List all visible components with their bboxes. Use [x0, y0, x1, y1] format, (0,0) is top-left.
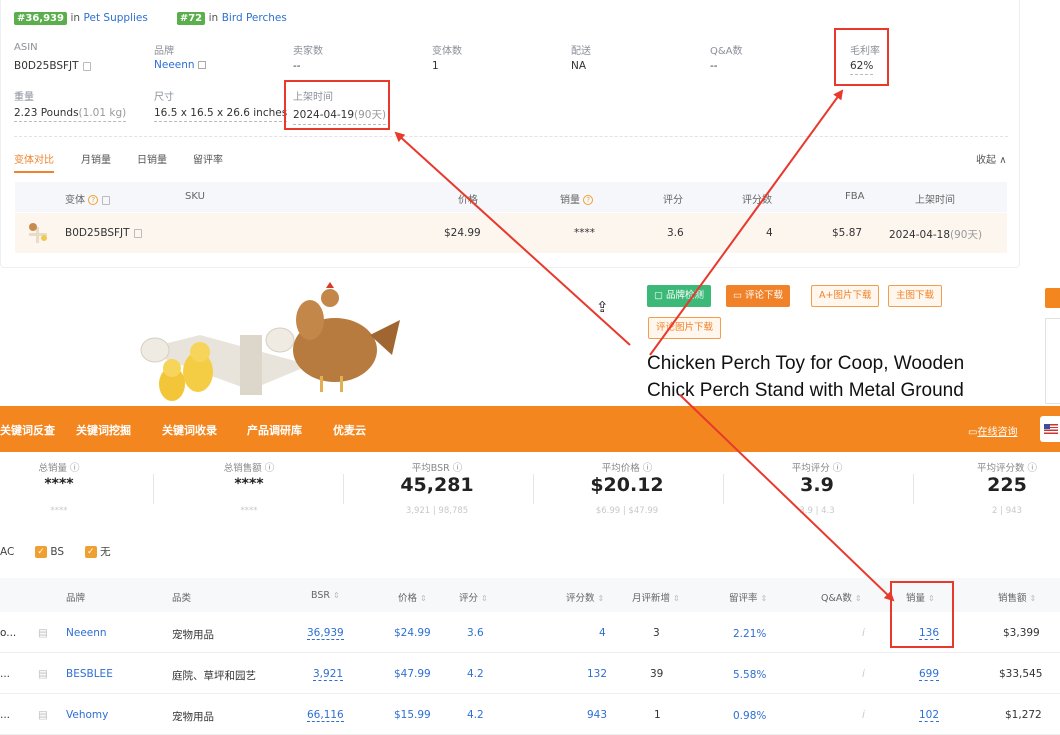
arrow-to-margin [649, 89, 844, 356]
arrow-to-sales [679, 394, 895, 602]
arrow-to-listed [394, 131, 631, 346]
annotation-arrows [394, 89, 895, 602]
